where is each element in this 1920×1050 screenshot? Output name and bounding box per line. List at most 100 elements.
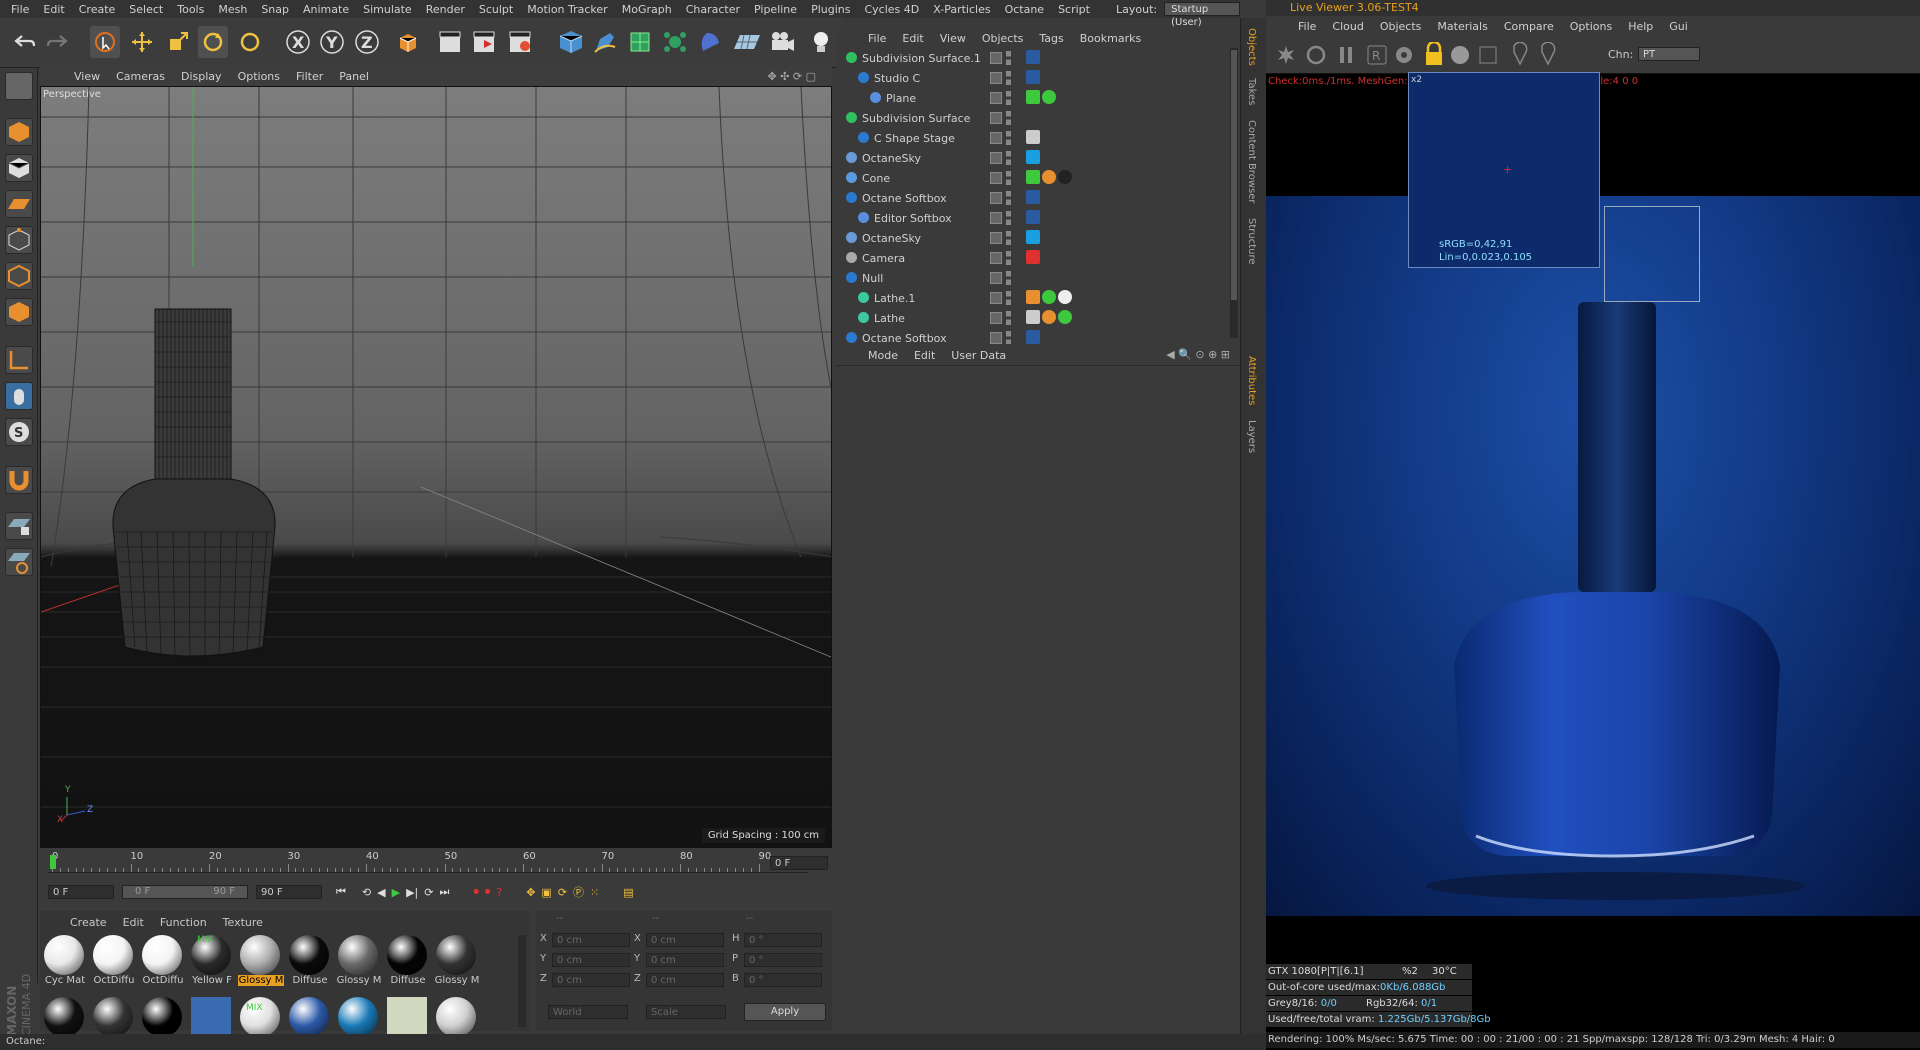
material-swatch[interactable]: Glossy M (336, 935, 381, 986)
axis-mode-icon[interactable] (5, 346, 33, 374)
coord-field[interactable]: 0 cm (646, 933, 724, 947)
object-tag-icon[interactable] (1026, 310, 1040, 324)
live-viewer-menu-compare[interactable]: Compare (1496, 20, 1562, 33)
cube-icon[interactable] (556, 26, 586, 58)
render-dot[interactable] (1006, 51, 1011, 65)
viewport-menu-panel[interactable]: Panel (331, 70, 377, 83)
visibility-toggle[interactable] (990, 92, 1002, 104)
object-tag-icon[interactable] (1026, 130, 1040, 144)
object-tag-icon[interactable] (1058, 310, 1072, 324)
menu-mesh[interactable]: Mesh (211, 3, 254, 16)
y-axis-lock-icon[interactable]: Y (317, 26, 347, 58)
redo-icon[interactable] (42, 26, 72, 58)
object-row[interactable]: Cone (836, 168, 1230, 188)
snap-icon[interactable]: S (5, 418, 33, 446)
scale-icon[interactable] (163, 26, 193, 58)
visibility-toggle[interactable] (990, 332, 1002, 344)
object-tag-icon[interactable] (1026, 330, 1040, 344)
object-tag-icon[interactable] (1026, 70, 1040, 84)
attribute-menu-mode[interactable]: Mode (860, 349, 906, 362)
x-axis-lock-icon[interactable]: X (283, 26, 313, 58)
go-to-end-icon[interactable]: ⏭ (439, 885, 449, 899)
menu-script[interactable]: Script (1051, 3, 1097, 16)
object-tag-icon[interactable] (1026, 190, 1040, 204)
coord-field[interactable]: 0 ° (744, 973, 822, 987)
visibility-toggle[interactable] (990, 152, 1002, 164)
render-picture-viewer-icon[interactable] (470, 26, 500, 58)
render-view-icon[interactable] (436, 26, 466, 58)
live-viewer-menu-file[interactable]: File (1290, 20, 1324, 33)
key-position-icon[interactable]: ✥ (526, 886, 535, 899)
object-menu-file[interactable]: File (860, 32, 894, 45)
viewport-nav-icons[interactable]: ✥ ✣ ⟳ ▢ (759, 70, 824, 83)
render-dot[interactable] (1006, 311, 1011, 325)
camera-icon[interactable] (768, 26, 798, 58)
material-menu-function[interactable]: Function (152, 916, 215, 929)
menu-pipeline[interactable]: Pipeline (747, 3, 804, 16)
object-row[interactable]: Lathe (836, 308, 1230, 328)
deformer-icon[interactable] (695, 26, 725, 58)
pen-icon[interactable] (590, 26, 620, 58)
next-frame-icon[interactable]: ▶| (406, 886, 418, 899)
coord-field[interactable]: 0 cm (552, 933, 630, 947)
object-tag-icon[interactable] (1026, 90, 1040, 104)
record-icon[interactable]: ⏺ (473, 885, 479, 899)
material-swatch[interactable] (336, 997, 380, 1037)
object-name[interactable]: Camera (862, 252, 905, 265)
live-viewer-menu-gui[interactable]: Gui (1661, 20, 1696, 33)
viewport-menu-filter[interactable]: Filter (288, 70, 331, 83)
object-row[interactable]: Null (836, 268, 1230, 288)
magnet-icon[interactable] (5, 466, 33, 494)
coord-field[interactable]: 0 ° (744, 953, 822, 967)
attribute-menu-edit[interactable]: Edit (906, 349, 943, 362)
object-tag-icon[interactable] (1026, 170, 1040, 184)
material-swatch[interactable]: Glossy M (434, 935, 479, 986)
go-to-start-icon[interactable]: ⏮ (336, 885, 346, 899)
menu-motion-tracker[interactable]: Motion Tracker (520, 3, 614, 16)
menu-edit[interactable]: Edit (36, 3, 71, 16)
region-box[interactable] (1604, 206, 1700, 302)
live-viewer-tool-icons[interactable] (1274, 46, 1574, 66)
object-name[interactable]: Octane Softbox (862, 192, 947, 205)
layout-dropdown[interactable]: Startup (User) (1164, 2, 1240, 28)
object-name[interactable]: Subdivision Surface.1 (862, 52, 981, 65)
visibility-toggle[interactable] (990, 292, 1002, 304)
menu-tools[interactable]: Tools (170, 3, 211, 16)
end-frame-field[interactable]: 90 F (256, 885, 322, 899)
visibility-toggle[interactable] (990, 232, 1002, 244)
channel-dropdown[interactable]: PT (1638, 47, 1700, 61)
floor-icon[interactable] (732, 26, 762, 58)
points-mode-icon[interactable] (5, 226, 33, 254)
move-icon[interactable] (127, 26, 157, 58)
material-swatch[interactable] (434, 997, 478, 1037)
object-name[interactable]: Lathe.1 (874, 292, 915, 305)
render-dot[interactable] (1006, 271, 1011, 285)
cloner-icon[interactable] (660, 26, 690, 58)
material-swatch[interactable] (140, 997, 184, 1037)
visibility-toggle[interactable] (990, 172, 1002, 184)
render-dot[interactable] (1006, 171, 1011, 185)
object-row[interactable]: Editor Softbox (836, 208, 1230, 228)
current-frame-field[interactable]: 0 F (770, 856, 828, 870)
tab-objects[interactable]: Objects (1246, 28, 1257, 66)
object-menu-objects[interactable]: Objects (974, 32, 1032, 45)
render-image[interactable] (1266, 196, 1920, 916)
material-swatch[interactable] (189, 997, 233, 1037)
render-dot[interactable] (1006, 91, 1011, 105)
tab-takes[interactable]: Takes (1246, 78, 1257, 105)
render-settings-icon[interactable] (506, 26, 536, 58)
object-row[interactable]: Octane Softbox (836, 188, 1230, 208)
menu-render[interactable]: Render (419, 3, 472, 16)
next-key-icon[interactable]: ⟳ (424, 886, 433, 899)
key-scale-icon[interactable]: ▣ (541, 886, 551, 899)
key-rotation-icon[interactable]: ⟳ (558, 886, 567, 899)
render-dot[interactable] (1006, 211, 1011, 225)
material-menu-edit[interactable]: Edit (115, 916, 152, 929)
material-menu-texture[interactable]: Texture (215, 916, 271, 929)
coord-field[interactable]: 0 cm (646, 953, 724, 967)
menu-animate[interactable]: Animate (296, 3, 356, 16)
object-name[interactable]: Octane Softbox (862, 332, 947, 345)
visibility-toggle[interactable] (990, 212, 1002, 224)
render-dot[interactable] (1006, 191, 1011, 205)
object-name[interactable]: Studio C (874, 72, 920, 85)
